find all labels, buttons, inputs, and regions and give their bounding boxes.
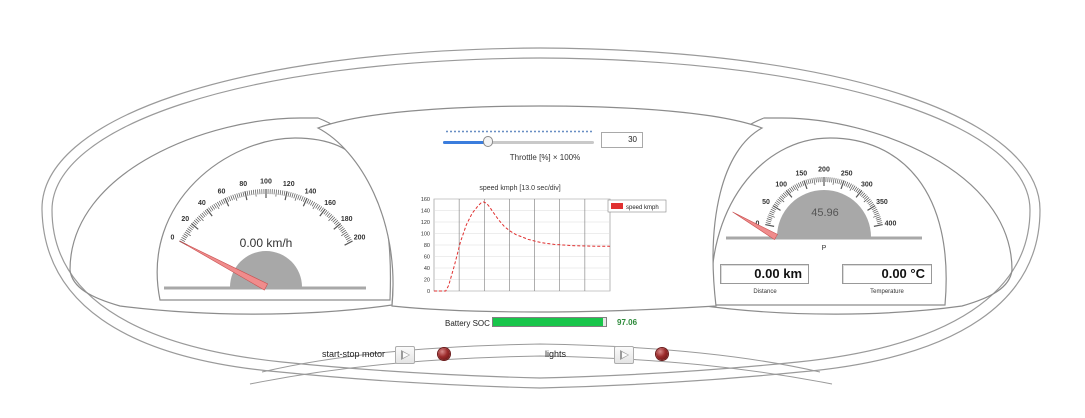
distance-readout: 0.00 km (720, 264, 809, 284)
throttle-control: 30 (440, 128, 650, 168)
power-gauge-tick-label: 50 (762, 199, 770, 206)
legend-swatch (611, 203, 623, 209)
chart-grid (433, 198, 611, 292)
power-gauge-tick-label: 100 (775, 182, 787, 189)
power-gauge-tick-label: 300 (861, 182, 873, 189)
lights-button[interactable] (614, 346, 634, 364)
throttle-value-input[interactable]: 30 (601, 132, 643, 148)
throttle-label: Throttle [%] × 100% (509, 153, 581, 162)
legend-label: speed kmph (626, 205, 659, 211)
battery-gauge (492, 317, 607, 327)
start-stop-button[interactable] (395, 346, 415, 364)
speedometer-tick-label: 200 (354, 235, 366, 242)
chart-title: speed kmph [13.0 sec/div] (479, 185, 560, 192)
speedometer-tick-label: 140 (305, 188, 317, 195)
chart-y-tick-label: 0 (427, 289, 430, 295)
battery-label: Battery SOC (445, 319, 490, 328)
chart-y-tick-label: 40 (424, 266, 430, 272)
chart-y-tick-label: 140 (421, 209, 430, 215)
speedometer-tick-label: 180 (341, 216, 353, 223)
speedometer-tick-label: 120 (283, 181, 295, 188)
power-gauge-tick-label: 350 (876, 199, 888, 206)
start-stop-label: start-stop motor (322, 349, 386, 359)
lower-bezel-strip-2 (249, 355, 833, 385)
power-gauge-tick-label: 200 (818, 167, 830, 174)
power-gauge-tick-label: 400 (885, 220, 897, 227)
distance-label: Distance (753, 289, 777, 295)
throttle-scale-dots (445, 130, 593, 133)
throttle-slider[interactable] (443, 136, 594, 147)
lights-label: lights (545, 349, 567, 359)
speedometer-tick-label: 80 (239, 181, 247, 188)
battery-value: 97.06 (617, 318, 638, 327)
lights-indicator-led (656, 348, 668, 360)
chart-y-tick-label: 100 (421, 232, 430, 238)
chart-y-tick-label: 60 (424, 255, 430, 261)
speedometer-tick-label: 20 (181, 216, 189, 223)
speedometer-tick-label: 60 (218, 188, 226, 195)
chart-y-tick-label: 20 (424, 278, 430, 284)
temperature-label: Temperature (870, 289, 904, 295)
chart-y-tick-label: 80 (424, 243, 430, 249)
power-gauge-tick-label: 250 (841, 170, 853, 177)
speedometer-tick-label: 0 (170, 235, 174, 242)
dashboard-canvas: 0 20 40 60 80 100 120 140 160 180 200 0.00 km/h 0 5… (41, 47, 1041, 389)
speedometer-tick-label: 40 (198, 200, 206, 207)
chart-y-tick-label: 120 (421, 220, 430, 226)
chart-y-tick-label: 160 (421, 197, 430, 203)
play-icon (620, 350, 629, 360)
battery-gauge-fill (493, 318, 603, 326)
start-stop-indicator-led (438, 348, 450, 360)
play-icon (401, 350, 410, 360)
speedometer-tick-label: 160 (324, 200, 336, 207)
speedometer-tick-label: 100 (260, 179, 272, 186)
chart-legend: speed kmph (607, 199, 667, 213)
throttle-slider-fill (443, 141, 489, 144)
power-gauge-unit: P (822, 245, 827, 252)
power-gauge-readout: 45.96 (811, 207, 839, 219)
temperature-readout: 0.00 °C (842, 264, 932, 284)
throttle-slider-thumb[interactable] (483, 136, 494, 147)
speedometer-readout: 0.00 km/h (240, 236, 293, 250)
power-gauge-tick-label: 150 (795, 170, 807, 177)
